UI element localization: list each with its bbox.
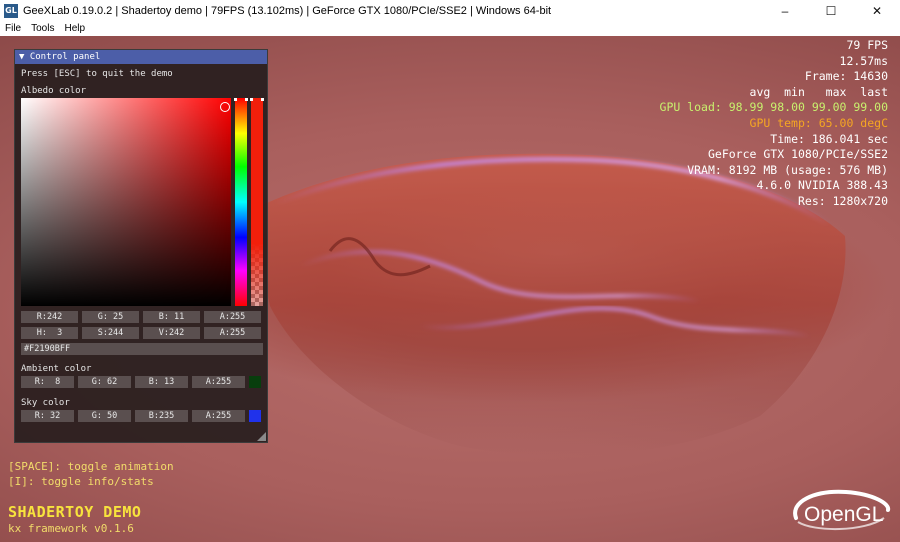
opengl-logo-text: OpenGL: [804, 503, 883, 526]
picker-cursor[interactable]: [220, 102, 230, 112]
demo-title: SHADERTOY DEMO: [8, 503, 142, 521]
ambient-r-field[interactable]: R: 8: [21, 376, 74, 388]
frametime-readout: 12.57ms: [839, 53, 888, 68]
sky-b-field[interactable]: B:235: [135, 410, 188, 422]
sky-g-field[interactable]: G: 50: [78, 410, 131, 422]
title-bar: GL GeeXLab 0.19.0.2 | Shadertoy demo | 7…: [0, 0, 900, 21]
gpu-load-readout: GPU load: 98.99 98.00 99.00 99.00: [659, 100, 888, 115]
stats-header: avg min max last: [749, 84, 888, 99]
menu-tools[interactable]: Tools: [26, 23, 59, 34]
control-panel[interactable]: ▼ Control panel Press [ESC] to quit the …: [14, 49, 268, 443]
window-controls: – ☐ ✕: [762, 0, 900, 21]
stats-hud: 79 FPS 12.57ms Frame: 14630 avg min max …: [660, 38, 888, 210]
menu-help[interactable]: Help: [59, 23, 90, 34]
albedo-r-field[interactable]: R:242: [21, 311, 78, 323]
ambient-color-swatch[interactable]: [249, 376, 261, 388]
ambient-rgba-row: R: 8 G: 62 B: 13 A:255: [21, 376, 261, 388]
menu-file[interactable]: File: [0, 23, 26, 34]
albedo-v-field[interactable]: V:242: [143, 327, 200, 339]
window-title: GeeXLab 0.19.0.2 | Shadertoy demo | 79FP…: [23, 4, 552, 17]
ambient-b-field[interactable]: B: 13: [135, 376, 188, 388]
sky-rgba-row: R: 32 G: 50 B:235 A:255: [21, 410, 261, 422]
control-panel-header[interactable]: ▼ Control panel: [15, 50, 267, 64]
driver-version: 4.6.0 NVIDIA 388.43: [756, 178, 888, 193]
maximize-button[interactable]: ☐: [808, 0, 854, 21]
albedo-hex-field[interactable]: #F2190BFF: [21, 343, 263, 355]
alpha-slider[interactable]: [250, 98, 264, 306]
hue-handle-right: [245, 98, 248, 101]
close-button[interactable]: ✕: [854, 0, 900, 21]
sky-label: Sky color: [21, 398, 70, 408]
framework-version: kx framework v0.1.6: [8, 522, 134, 535]
vram-readout: VRAM: 8192 MB (usage: 576 MB): [687, 162, 888, 177]
albedo-rgba-row: R:242 G: 25 B: 11 A:255: [21, 311, 261, 323]
resize-grip[interactable]: [257, 432, 266, 441]
alpha-handle-right: [261, 98, 264, 101]
albedo-g-field[interactable]: G: 25: [82, 311, 139, 323]
albedo-ha-field[interactable]: A:255: [204, 327, 261, 339]
hue-handle-left: [234, 98, 237, 101]
menu-bar: File Tools Help: [0, 21, 900, 36]
sky-a-field[interactable]: A:255: [192, 410, 245, 422]
albedo-h-field[interactable]: H: 3: [21, 327, 78, 339]
space-hint: [SPACE]: toggle animation: [8, 460, 174, 473]
frame-counter: Frame: 14630: [804, 69, 888, 84]
ambient-g-field[interactable]: G: 62: [78, 376, 131, 388]
sky-color-swatch[interactable]: [249, 410, 261, 422]
albedo-s-field[interactable]: S:244: [82, 327, 139, 339]
esc-hint: Press [ESC] to quit the demo: [21, 69, 173, 79]
albedo-b-field[interactable]: B: 11: [143, 311, 200, 323]
sky-r-field[interactable]: R: 32: [21, 410, 74, 422]
resolution-readout: Res: 1280x720: [797, 193, 888, 208]
ambient-a-field[interactable]: A:255: [192, 376, 245, 388]
time-readout: Time: 186.041 sec: [770, 131, 888, 146]
hue-slider[interactable]: [234, 98, 248, 306]
gpu-name: GeForce GTX 1080/PCIe/SSE2: [707, 147, 888, 162]
ambient-label: Ambient color: [21, 364, 92, 374]
opengl-logo: OpenGL: [793, 489, 891, 530]
app-icon: GL: [4, 3, 18, 18]
albedo-label: Albedo color: [21, 86, 87, 96]
info-hint: [I]: toggle info/stats: [8, 475, 154, 488]
saturation-value-picker[interactable]: [21, 98, 231, 306]
alpha-handle-left: [250, 98, 253, 101]
albedo-a-field[interactable]: A:255: [204, 311, 261, 323]
fps-readout: 79 FPS: [846, 38, 888, 52]
gpu-temp-readout: GPU temp: 65.00 degC: [749, 115, 888, 130]
albedo-hsv-row: H: 3 S:244 V:242 A:255: [21, 327, 261, 339]
minimize-button[interactable]: –: [762, 0, 808, 21]
